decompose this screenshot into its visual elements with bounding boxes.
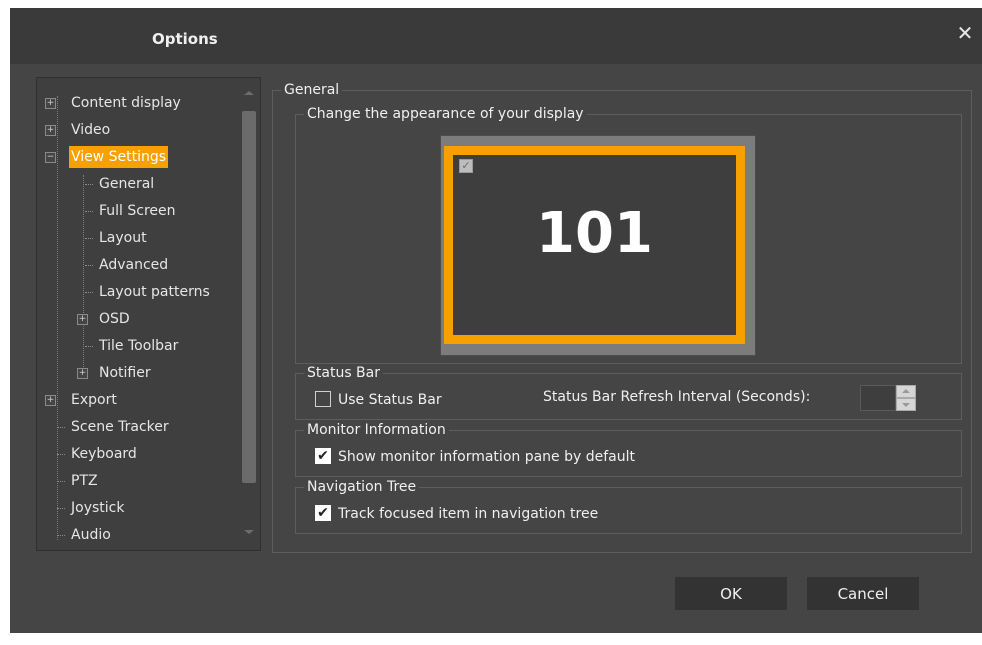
tree-item-label: Content display bbox=[71, 95, 181, 111]
refresh-interval-input[interactable] bbox=[860, 385, 896, 411]
appearance-legend: Change the appearance of your display bbox=[304, 105, 587, 123]
chevron-up-icon bbox=[902, 389, 910, 393]
tree-item-label: Layout patterns bbox=[99, 284, 210, 300]
scroll-up-icon[interactable] bbox=[244, 91, 254, 95]
expand-icon[interactable]: + bbox=[45, 98, 56, 109]
spin-down-button[interactable] bbox=[896, 398, 916, 411]
preview-checkbox[interactable]: ✓ bbox=[459, 159, 473, 173]
preview-number: 101 bbox=[536, 201, 653, 266]
tree-scrollbar[interactable] bbox=[240, 78, 260, 550]
display-preview[interactable]: ✓ 101 bbox=[440, 135, 756, 356]
tree-item-label: Keyboard bbox=[71, 446, 137, 462]
refresh-interval-spinner[interactable] bbox=[860, 385, 918, 411]
scroll-down-icon[interactable] bbox=[244, 530, 254, 534]
status-bar-legend: Status Bar bbox=[304, 364, 384, 382]
tree-item-label: Joystick bbox=[71, 500, 125, 516]
options-dialog: Options ✕ + Content display + Video − Vi… bbox=[10, 8, 982, 633]
navigation-tree-legend: Navigation Tree bbox=[304, 478, 420, 496]
expand-icon[interactable]: + bbox=[45, 125, 56, 136]
expand-icon[interactable]: + bbox=[77, 314, 88, 325]
tree-item-label: Scene Tracker bbox=[71, 419, 169, 435]
tree-item-label: Tile Toolbar bbox=[99, 338, 179, 354]
tree-item-label: View Settings bbox=[69, 146, 169, 168]
show-monitor-info-checkbox[interactable]: ✔ bbox=[315, 448, 331, 464]
tree-item-label: Video bbox=[71, 122, 111, 138]
collapse-icon[interactable]: − bbox=[45, 152, 56, 163]
use-status-bar-label[interactable]: Use Status Bar bbox=[338, 391, 442, 409]
tree-item-label: Audio bbox=[71, 527, 111, 543]
general-legend: General bbox=[281, 81, 343, 99]
use-status-bar-checkbox[interactable] bbox=[315, 391, 331, 407]
tree-item-label: OSD bbox=[99, 311, 130, 327]
refresh-interval-label: Status Bar Refresh Interval (Seconds): bbox=[543, 389, 811, 405]
tree-item-label: Export bbox=[71, 392, 117, 408]
chevron-down-icon bbox=[902, 403, 910, 407]
track-focused-item-checkbox[interactable]: ✔ bbox=[315, 505, 331, 521]
expand-icon[interactable]: + bbox=[45, 395, 56, 406]
options-tree: + Content display + Video − View Setting… bbox=[36, 77, 261, 551]
tree-item-label: Notifier bbox=[99, 365, 151, 381]
close-icon[interactable]: ✕ bbox=[954, 22, 976, 44]
track-focused-item-label[interactable]: Track focused item in navigation tree bbox=[338, 505, 598, 523]
spin-up-button[interactable] bbox=[896, 385, 916, 398]
scroll-thumb[interactable] bbox=[242, 111, 256, 483]
dialog-title: Options bbox=[152, 30, 218, 48]
tree-guide-line bbox=[57, 96, 58, 540]
tree-item-label: Layout bbox=[99, 230, 147, 246]
tree-guide-line bbox=[83, 175, 84, 367]
tree-item-label: Advanced bbox=[99, 257, 169, 273]
tree-item-label: PTZ bbox=[71, 473, 98, 489]
tree-item-label: Full Screen bbox=[99, 203, 176, 219]
show-monitor-info-label[interactable]: Show monitor information pane by default bbox=[338, 448, 635, 466]
monitor-info-legend: Monitor Information bbox=[304, 421, 449, 439]
tree-item-label: General bbox=[99, 176, 155, 192]
expand-icon[interactable]: + bbox=[77, 368, 88, 379]
title-bar: Options ✕ bbox=[10, 8, 982, 64]
cancel-button[interactable]: Cancel bbox=[807, 577, 919, 610]
preview-tile[interactable]: ✓ 101 bbox=[444, 146, 745, 344]
ok-button[interactable]: OK bbox=[675, 577, 787, 610]
